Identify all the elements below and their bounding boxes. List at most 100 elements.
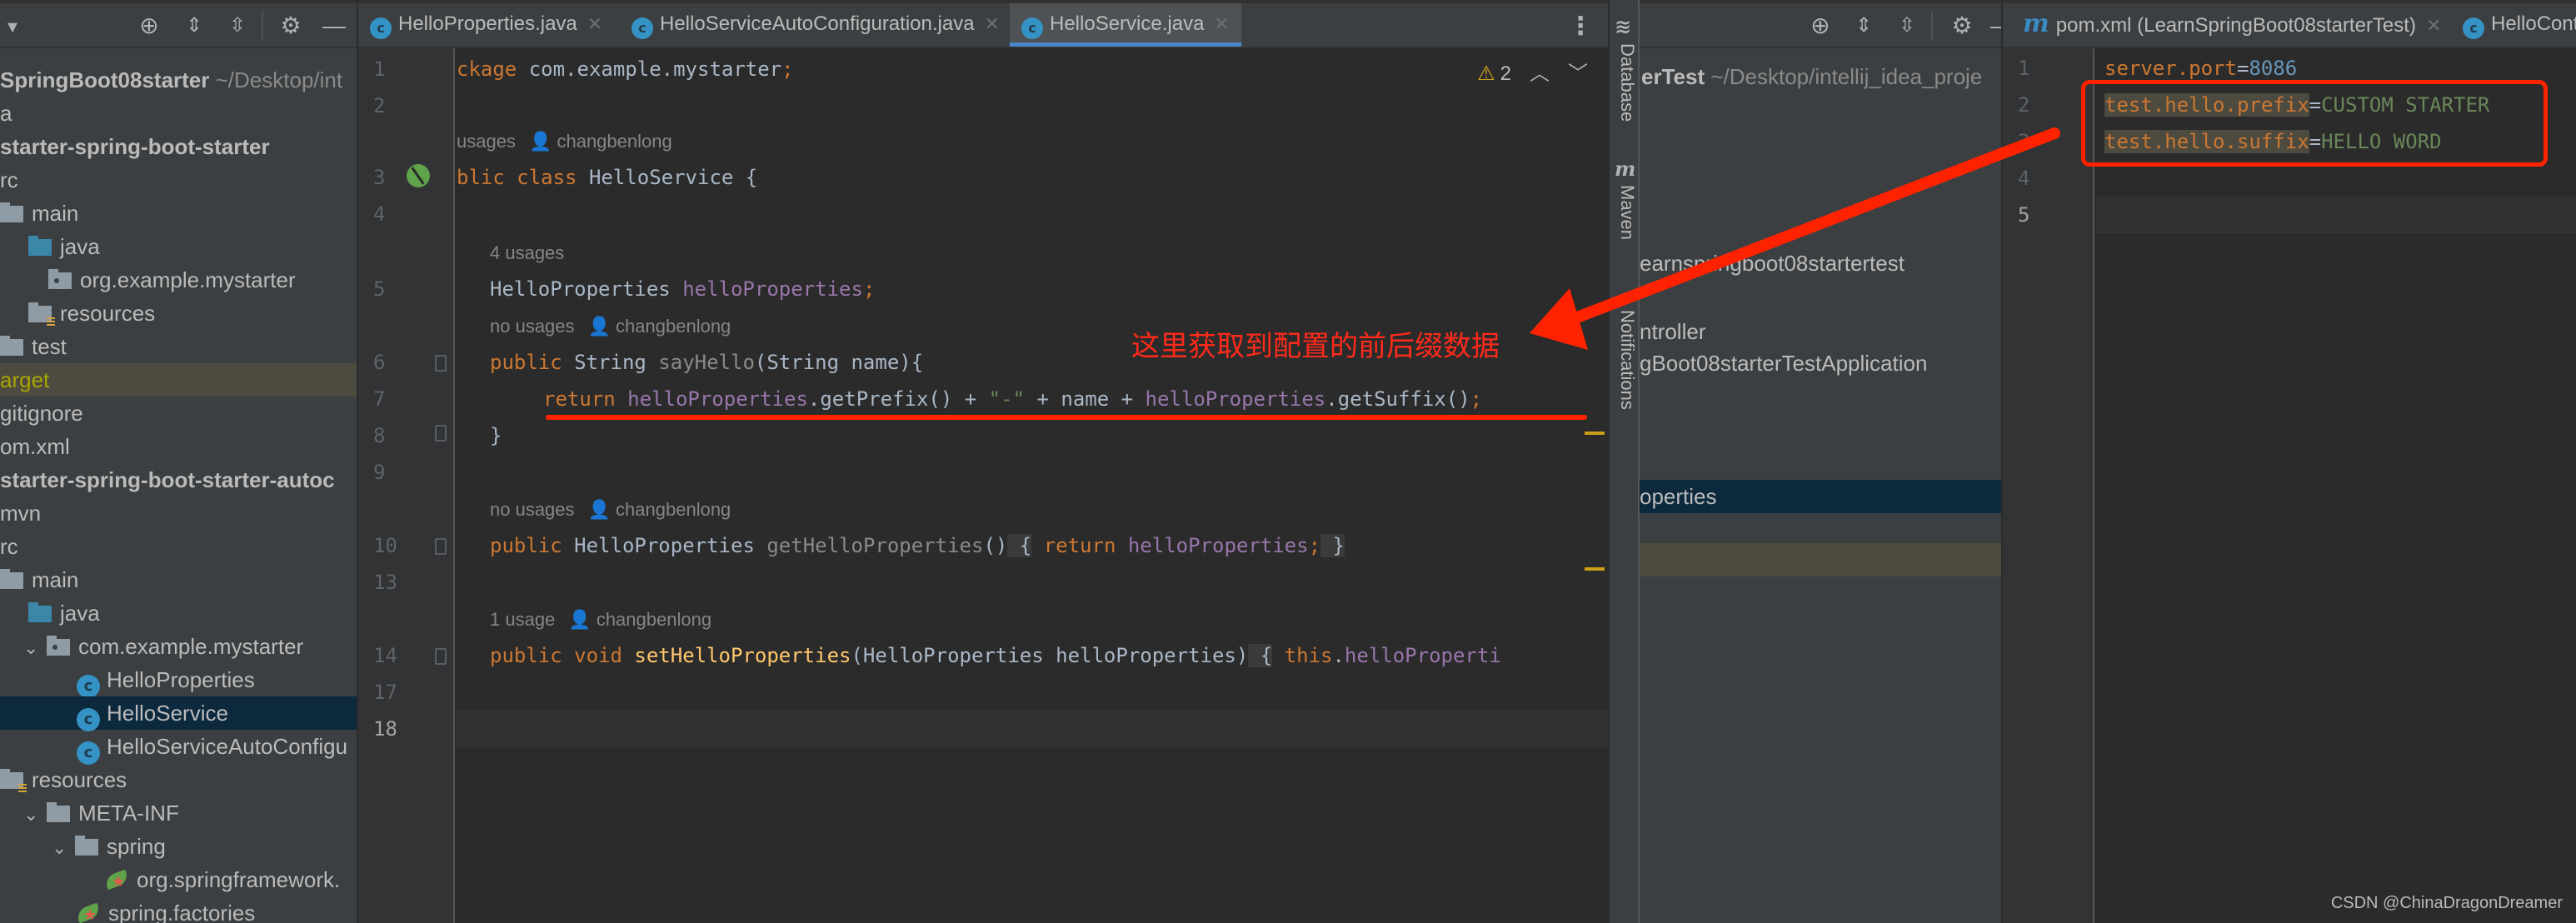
tab-hello-service-auto-configuration[interactable]: c HelloServiceAutoConfiguration.java ✕ [620,3,1000,47]
author-hint[interactable]: 👤 changbenlong [529,131,672,152]
usages-count[interactable]: 1 usage [490,609,555,630]
tree-row[interactable]: a [0,97,357,130]
project-tree: SpringBoot08starter ~/Desktop/int a starte… [0,48,357,923]
tree-row[interactable]: gitignore [0,397,357,430]
tree-row[interactable]: rc [0,163,357,197]
tree-row[interactable]: arget [0,363,357,397]
gear-icon[interactable]: ⚙ [278,13,303,38]
tree-row[interactable]: ⌄ com.example.mystarter [0,630,357,663]
tab-hello-controller[interactable]: c HelloCont [2451,3,2576,47]
tree-row[interactable]: mvn [0,496,357,530]
tree-row[interactable]: SpringBoot08starter ~/Desktop/int [0,63,357,97]
author-hint[interactable]: 👤 changbenlong [588,499,731,520]
tree-row[interactable]: test [0,330,357,363]
code-vision-hint[interactable]: no usages 👤 changbenlong [490,493,731,526]
tree-row[interactable]: c HelloServiceAutoConfigu [0,730,357,765]
notifications-tool-button[interactable]: Notifications [1613,310,1638,410]
code-vision-hint[interactable]: usages 👤 changbenlong [457,125,672,158]
tab-hello-service[interactable]: c HelloService.java ✕ [1010,3,1241,47]
inspection-widget[interactable]: ⚠ 2 ︿ ﹀ [1477,57,1588,86]
folded-brace[interactable]: { [1248,644,1273,667]
expand-all-icon[interactable]: ⇕ [182,13,207,38]
close-icon[interactable]: ✕ [587,13,602,34]
chevron-down-icon[interactable]: ⌄ [23,798,40,831]
tree-row-excluded[interactable] [1640,543,2001,576]
locate-icon[interactable]: ⊕ [137,13,162,38]
chevron-down-icon[interactable]: ⌄ [23,631,40,665]
fold-icon[interactable] [435,425,447,442]
project-name: erTest [1641,64,1705,89]
line-number: 6 [373,351,386,374]
hide-icon[interactable]: — [322,13,347,38]
tool-window-stripe: ≋ Database m Maven Notifications [1608,0,1640,923]
collapse-all-icon[interactable]: ⇳ [1895,13,1920,38]
tree-row[interactable]: gBoot08starterTestApplication [1640,347,2001,380]
close-icon[interactable]: ✕ [2426,15,2441,36]
collapse-all-icon[interactable]: ⇳ [225,13,250,38]
code-vision-hint[interactable]: no usages 👤 changbenlong [490,310,731,343]
code-line-3: blic class HelloService { [457,159,1608,196]
tree-row[interactable]: spring.factories [0,896,357,923]
previous-highlight-icon[interactable]: ︿ [1530,62,1550,85]
line-number: 4 [2018,167,2030,190]
tree-row[interactable]: resources [0,297,357,330]
maven-tool-button[interactable]: Maven [1613,185,1638,240]
tree-row-selected[interactable]: c HelloService [0,696,357,731]
warning-marker[interactable] [1585,567,1605,571]
fold-icon[interactable] [435,355,447,372]
code-vision-hint[interactable]: 4 usages [490,237,564,270]
tree-row[interactable]: main [0,197,357,230]
class-icon: c [370,17,392,39]
tree-row[interactable]: om.xml [0,430,357,463]
project-tree: erTest ~/Desktop/intellij_idea_proje ear… [1640,48,2001,923]
tree-label: main [32,201,79,226]
hide-icon[interactable]: — [1989,13,2001,38]
tab-hello-properties[interactable]: c HelloProperties.java ✕ [358,3,602,47]
tree-row[interactable]: org.example.mystarter [0,263,357,297]
author-hint[interactable]: 👤 changbenlong [588,316,731,337]
folded-brace[interactable]: { [1007,534,1032,557]
tree-row[interactable]: resources [0,763,357,796]
tree-row[interactable]: starter-spring-boot-starter-autoc [0,463,357,496]
gear-icon[interactable]: ⚙ [1949,13,1974,38]
close-icon[interactable]: ✕ [985,13,1000,34]
tree-row[interactable]: java [0,230,357,263]
folded-brace[interactable]: } [1320,534,1345,557]
class-icon: c [2463,17,2484,39]
tab-pom-xml[interactable]: m pom.xml (LearnSpringBoot08starterTest) ✕ [2011,3,2441,47]
next-highlight-icon[interactable]: ﹀ [1568,62,1588,85]
tree-row-selected[interactable]: operties [1640,480,2001,513]
dropdown-arrow-icon[interactable]: ▼ [0,15,25,40]
author-hint[interactable]: 👤 changbenlong [568,609,711,630]
chevron-down-icon[interactable]: ⌄ [52,831,68,865]
tree-row[interactable]: main [0,563,357,596]
usages-count[interactable]: no usages [490,316,575,337]
tree-row[interactable]: c HelloProperties [0,663,357,698]
expand-all-icon[interactable]: ⇕ [1851,13,1876,38]
warning-marker[interactable] [1585,432,1605,435]
tree-row[interactable]: ntroller [1640,315,2001,348]
spring-bean-icon[interactable] [407,164,430,187]
code-area[interactable]: ckage com.example.mystarter; usages 👤 cha… [457,48,1608,923]
database-tool-button[interactable]: Database [1613,43,1638,122]
more-tabs-icon[interactable]: ⋮ [1568,14,1593,39]
tree-row[interactable]: org.springframework. [0,863,357,896]
usages-count[interactable]: 4 usages [490,242,564,263]
expand-fold-icon[interactable] [435,538,447,555]
usages-count[interactable]: usages [457,131,516,152]
locate-icon[interactable]: ⊕ [1808,13,1833,38]
expand-fold-icon[interactable] [435,648,447,665]
code-vision-hint[interactable]: 1 usage 👤 changbenlong [490,603,711,636]
properties-code-area[interactable]: server.port=8086 test.hello.prefix=CUSTO… [2096,48,2576,923]
usages-count[interactable]: no usages [490,499,575,520]
tree-row[interactable]: ⌄ META-INF [0,796,357,830]
tree-row[interactable]: java [0,596,357,630]
close-icon[interactable]: ✕ [1214,13,1229,34]
tree-row[interactable]: ⌄ spring [0,830,357,863]
tree-row[interactable]: earnspringboot08startertest [1640,247,2001,280]
tree-row-root[interactable]: erTest ~/Desktop/intellij_idea_proje [1640,60,2001,93]
class-icon: c [77,741,100,765]
tree-label: HelloService [107,701,228,726]
tree-row[interactable]: rc [0,530,357,563]
tree-row[interactable]: starter-spring-boot-starter [0,130,357,163]
